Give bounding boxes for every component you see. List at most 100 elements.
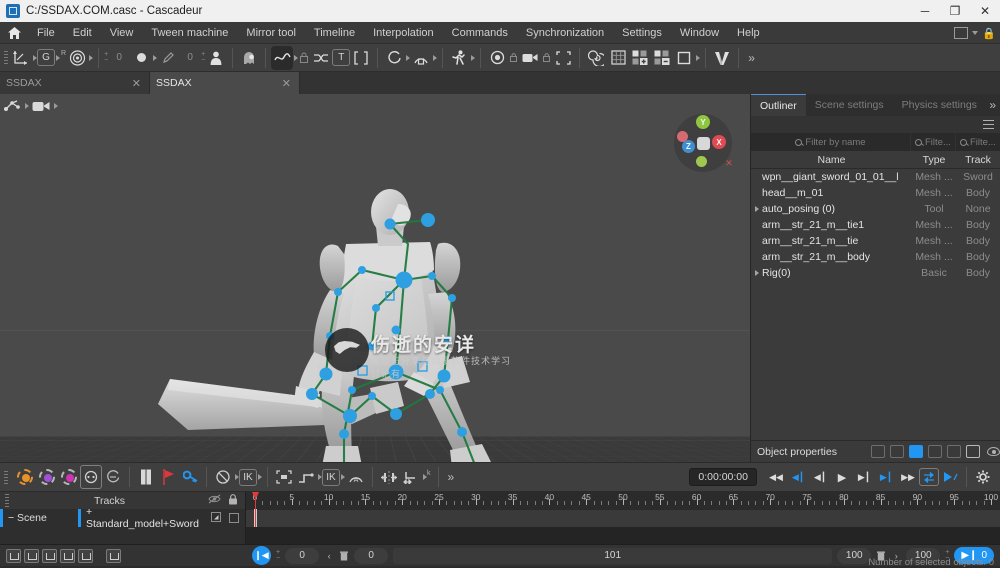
v-logo-icon[interactable]: [711, 46, 733, 70]
circular-motion-icon[interactable]: [383, 46, 405, 70]
menu-view[interactable]: View: [101, 22, 143, 44]
tab-scene-settings[interactable]: Scene settings: [806, 94, 893, 116]
global-coordinates-icon[interactable]: G: [37, 49, 55, 66]
document-tab-2-close-icon[interactable]: ✕: [280, 77, 293, 90]
pillar-icon[interactable]: [135, 465, 157, 489]
menu-mirror-tool[interactable]: Mirror tool: [237, 22, 305, 44]
column-header-track[interactable]: Track: [956, 151, 1000, 168]
menu-window[interactable]: Window: [671, 22, 728, 44]
track-row-scene[interactable]: − Scene + Standard_model+Sword: [0, 506, 245, 530]
ball-lock-icon[interactable]: [486, 46, 508, 70]
visibility-eye-icon[interactable]: [987, 447, 1000, 456]
filter-type-input[interactable]: Filte...: [911, 133, 955, 151]
hamburger-icon[interactable]: [983, 120, 994, 129]
menu-timeline[interactable]: Timeline: [305, 22, 364, 44]
table-row[interactable]: Rig(0) Basic Body: [751, 265, 1000, 281]
fit-icon[interactable]: [106, 548, 121, 563]
mirror-frames-icon[interactable]: [378, 465, 400, 489]
expand-arrow-icon-rig[interactable]: [755, 270, 759, 276]
toolbar-grip[interactable]: [2, 48, 10, 68]
close-button[interactable]: ✕: [970, 0, 1000, 22]
outliner-list[interactable]: wpn__giant_sword_01_01__l Mesh ... Sword…: [751, 169, 1000, 440]
playhead[interactable]: [255, 492, 256, 527]
lock-icon[interactable]: [298, 46, 310, 70]
loop-toggle-button[interactable]: [919, 468, 939, 486]
spiral-icon[interactable]: [585, 46, 607, 70]
gizmo-close-icon[interactable]: ✕: [724, 158, 734, 168]
arc-motion-icon[interactable]: [410, 46, 432, 70]
run-cycle-dropdown[interactable]: [471, 54, 476, 61]
second-frame-value[interactable]: 0: [354, 547, 389, 564]
text-tool-icon[interactable]: T: [332, 49, 351, 66]
document-tab-1-close-icon[interactable]: ✕: [130, 77, 143, 90]
maximize-button[interactable]: ❐: [940, 0, 970, 22]
rotate-dropdown[interactable]: [89, 54, 94, 61]
select-region-icon[interactable]: [552, 46, 574, 70]
table-row[interactable]: arm__str_21_m__tie1 Mesh ... Body: [751, 217, 1000, 233]
fast-forward-button[interactable]: ▶▶: [897, 466, 919, 488]
axis-transform-icon[interactable]: [10, 46, 32, 70]
track-scene[interactable]: − Scene: [0, 509, 78, 527]
track-enable-checkbox[interactable]: [229, 513, 239, 523]
column-header-name[interactable]: Name: [751, 151, 912, 168]
start-frame-value[interactable]: 0: [285, 547, 320, 564]
global-coordinates-dropdown[interactable]: [56, 54, 60, 61]
document-tab-1[interactable]: SSDAX ✕: [0, 72, 150, 94]
brackets-icon[interactable]: [350, 46, 372, 70]
ball-lock-small-icon[interactable]: [508, 46, 519, 70]
start-frame-stepper[interactable]: + −: [276, 549, 280, 562]
toolbar-overflow-button[interactable]: »: [744, 51, 759, 65]
end-frame-value-1[interactable]: 100: [837, 547, 872, 564]
offset-keys-icon[interactable]: [400, 465, 422, 489]
ik-dropdown[interactable]: [258, 474, 262, 480]
import-icon[interactable]: [78, 548, 93, 563]
layout-preset-icon[interactable]: [954, 27, 969, 39]
prev-keyframe-button[interactable]: ◀┃: [787, 466, 809, 488]
step-interp-icon[interactable]: [295, 465, 317, 489]
joints-display-icon[interactable]: [0, 95, 24, 117]
column-header-type[interactable]: Type: [912, 151, 956, 168]
chevron-down-icon[interactable]: [972, 31, 979, 35]
table-row[interactable]: wpn__giant_sword_01_01__l Mesh ... Sword: [751, 169, 1000, 185]
tab-physics-settings[interactable]: Physics settings: [893, 94, 986, 116]
lock-indicator-icon[interactable]: 🔒: [982, 27, 996, 40]
menu-commands[interactable]: Commands: [443, 22, 517, 44]
auto-arc-icon[interactable]: A: [345, 465, 367, 489]
red-flag-icon[interactable]: [157, 465, 179, 489]
timeline-toolbar-overflow[interactable]: »: [444, 470, 459, 484]
play-range-button[interactable]: [939, 466, 961, 488]
dot-icon[interactable]: [130, 46, 152, 70]
points-icon[interactable]: [890, 445, 904, 458]
table-row[interactable]: head__m_01 Mesh ... Body: [751, 185, 1000, 201]
select-all-icon[interactable]: [273, 465, 295, 489]
next-frame-button[interactable]: ▶┃: [853, 466, 875, 488]
list-icon[interactable]: [966, 445, 980, 458]
menu-tween-machine[interactable]: Tween machine: [142, 22, 237, 44]
constraints-icon[interactable]: [928, 445, 942, 458]
gizmo-axis-x[interactable]: X: [712, 135, 726, 149]
eyedropper-icon[interactable]: [157, 46, 179, 70]
rewind-button[interactable]: ◀◀: [765, 466, 787, 488]
gizmo-axis-z[interactable]: Z: [682, 140, 695, 153]
purple-ring-icon[interactable]: [36, 465, 58, 489]
timeline-ruler-area[interactable]: 0510152025303540455055606570758085909510…: [246, 492, 1000, 544]
timeline-ruler[interactable]: 0510152025303540455055606570758085909510…: [246, 492, 1000, 509]
playback-settings-button[interactable]: [972, 466, 994, 488]
next-keyframe-button[interactable]: ▶┃: [875, 466, 897, 488]
table-row[interactable]: auto_posing (0) Tool None: [751, 201, 1000, 217]
properties-panel-icon[interactable]: [871, 445, 885, 458]
code-icon[interactable]: [947, 445, 961, 458]
character-icon[interactable]: [205, 46, 227, 70]
gizmo-axis-negx[interactable]: [677, 131, 688, 142]
camera-lock-small-icon[interactable]: [541, 46, 552, 70]
timeline-track-lane[interactable]: [246, 509, 1000, 527]
square-icon[interactable]: [673, 46, 695, 70]
outliner-tabs-overflow[interactable]: »: [989, 98, 996, 112]
timeline-toolbar-grip[interactable]: [2, 467, 10, 487]
tab-outliner[interactable]: Outliner: [751, 94, 806, 116]
trash-icon[interactable]: [339, 551, 349, 561]
save-folder-icon[interactable]: [24, 548, 39, 563]
document-tab-2[interactable]: SSDAX ✕: [150, 72, 300, 94]
axis-gizmo[interactable]: Y X Z ✕: [674, 114, 734, 172]
prev-range-icon[interactable]: ‹: [324, 551, 334, 561]
